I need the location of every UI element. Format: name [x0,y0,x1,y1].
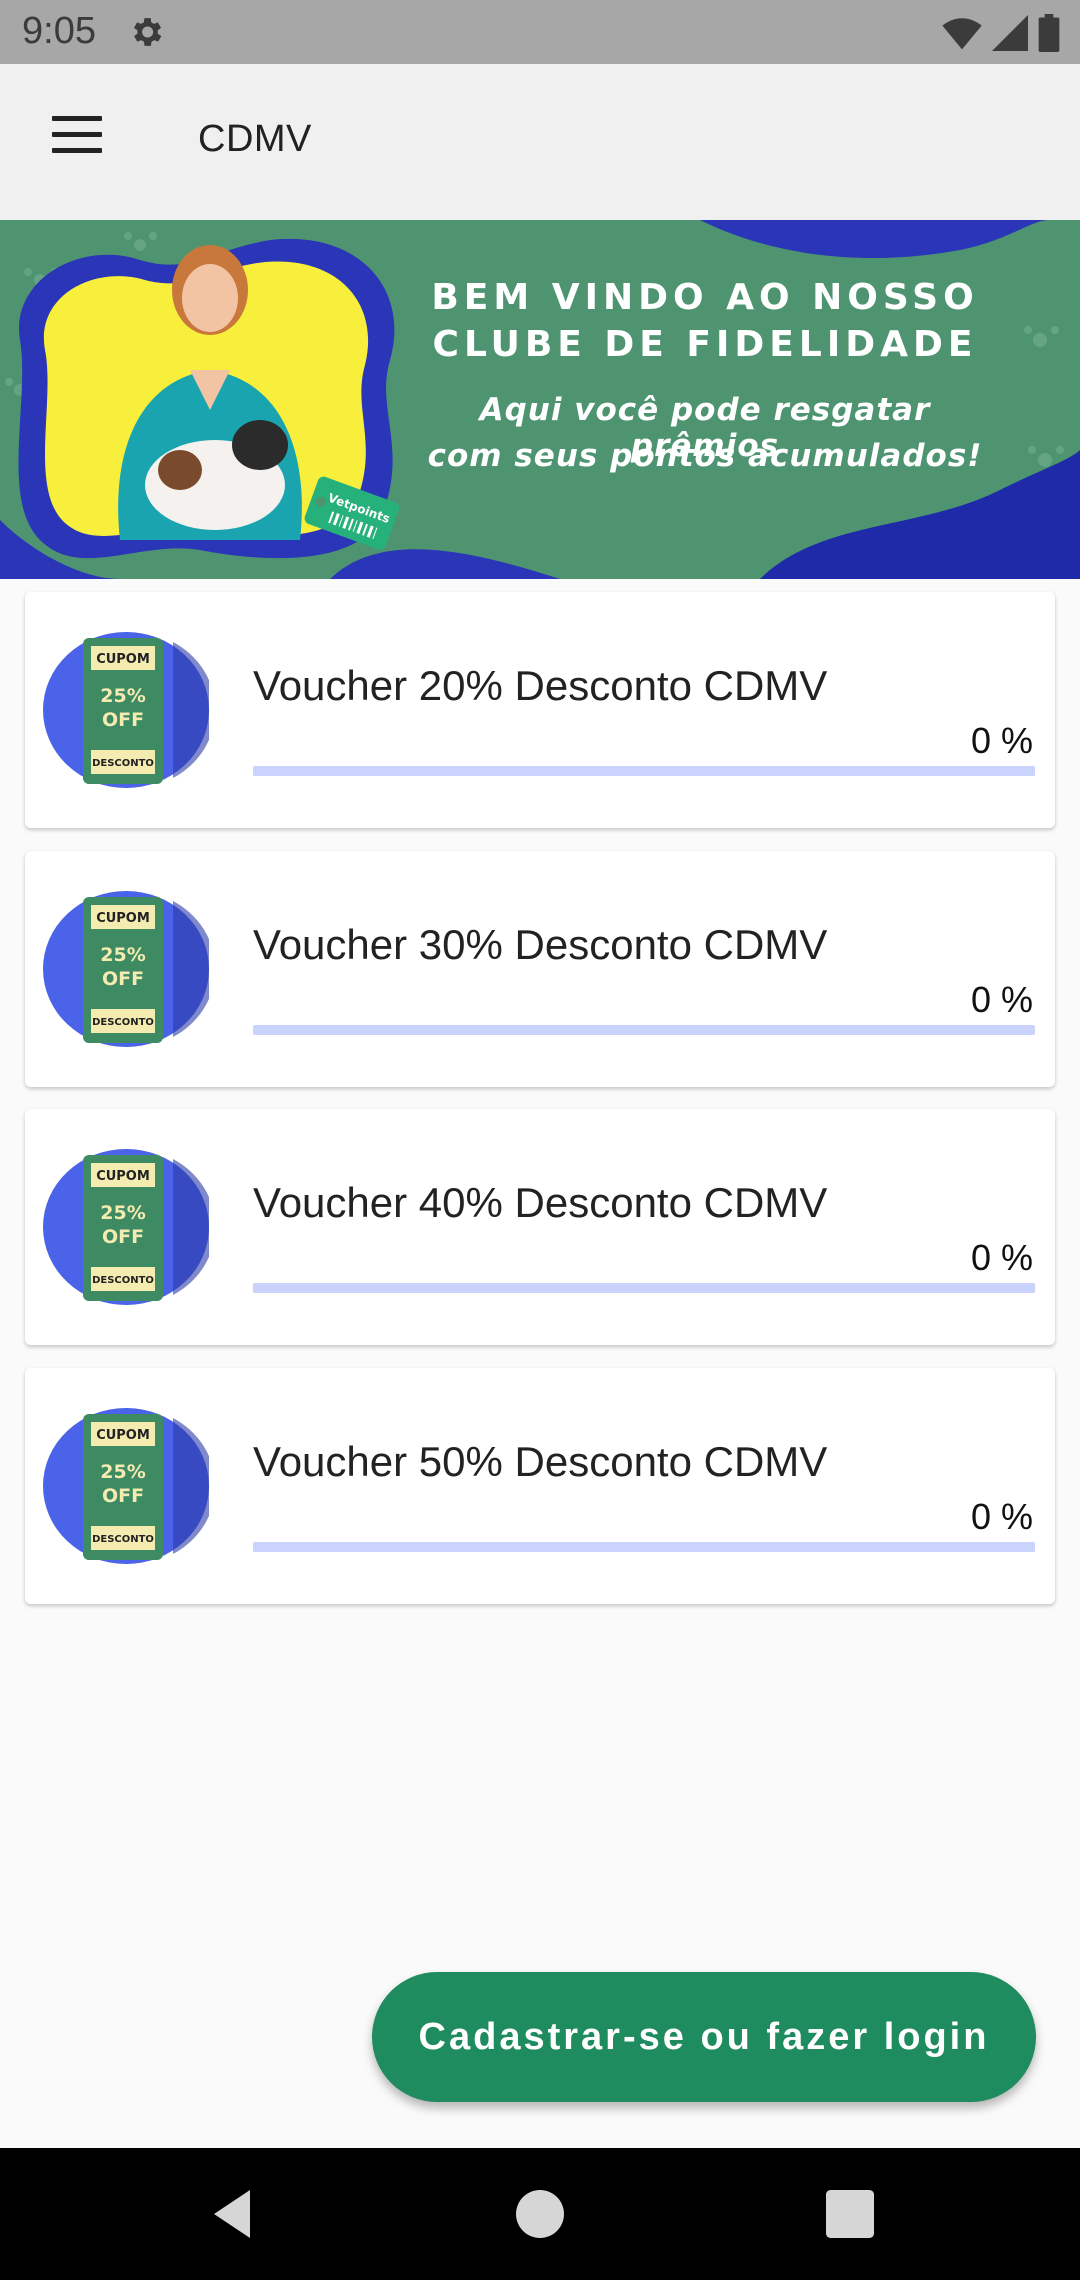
battery-icon [1038,14,1060,52]
back-icon[interactable] [196,2178,268,2250]
voucher-progress-bar [253,766,1035,776]
voucher-progress-label: 0 % [970,720,1033,761]
coupon-percent-text: 25% [100,1461,145,1483]
status-time: 9:05 [22,10,96,52]
voucher-title: Voucher 20% Desconto CDMV [253,662,828,709]
navigation-bar [0,2148,1080,2280]
voucher-title: Voucher 40% Desconto CDMV [253,1179,828,1226]
app-bar: CDMV [0,64,1080,220]
status-bar: 9:05 [0,0,1080,64]
voucher-progress-label: 0 % [970,979,1033,1020]
coupon-off-text: OFF [102,1226,144,1248]
welcome-banner: Vetpoints BEM VINDO AO NOSSO CLUBE DE FI… [0,220,1080,579]
signal-icon [992,15,1028,51]
recents-icon[interactable] [814,2178,886,2250]
coupon-top-text: CUPOM [96,911,150,926]
coupon-thumbnail: CUPOM 25%OFF DESCONTO [43,891,209,1047]
coupon-bottom-text: DESCONTO [92,1275,154,1286]
coupon-top-text: CUPOM [96,1428,150,1443]
app-title: CDMV [198,118,312,160]
voucher-progress-bar [253,1283,1035,1293]
settings-icon [133,18,162,46]
banner-heading-line1: BEM VINDO AO NOSSO [431,277,979,318]
voucher-progress-label: 0 % [970,1496,1033,1537]
voucher-progress-label: 0 % [970,1237,1033,1278]
voucher-progress-bar [253,1542,1035,1552]
status-icons [942,14,1060,52]
voucher-card[interactable]: CUPOM 25% OFF DESCONTO Voucher 40% Desconto … [25,1109,1055,1345]
coupon-bottom-text: DESCONTO [92,1017,154,1028]
coupon-off-text: OFF [102,1485,144,1507]
wifi-icon [942,18,982,50]
coupon-off-text: OFF [102,709,144,731]
banner-heading-line2: CLUBE DE FIDELIDADE [432,324,978,365]
home-icon[interactable] [504,2178,576,2250]
hamburger-menu-icon[interactable] [40,116,112,168]
coupon-percent-text: 25% [100,1202,145,1224]
voucher-title: Voucher 30% Desconto CDMV [253,921,828,968]
voucher-card[interactable]: CUPOM 25% OFF DESCONTO Voucher 30% Desconto … [25,851,1055,1087]
signup-login-button[interactable]: Cadastrar-se ou fazer login [372,1972,1036,2102]
coupon-thumbnail: CUPOM 25%OFF DESCONTO [43,1408,209,1564]
coupon-bottom-text: DESCONTO [92,758,154,769]
coupon-thumbnail: CUPOM 25%OFF DESCONTO [43,1149,209,1305]
voucher-card[interactable]: CUPOM 25% OFF DESCONTO Voucher 20% Desconto … [25,592,1055,828]
voucher-progress-bar [253,1025,1035,1035]
banner-subtitle-line2: com seus pontos acumulados! [427,438,983,474]
coupon-top-text: CUPOM [96,1169,150,1184]
voucher-title: Voucher 50% Desconto CDMV [253,1438,828,1485]
screen: 9:05 CDMV Vetpoints BEM VINDO AO NOSSO C… [0,0,1080,2280]
voucher-card[interactable]: CUPOM 25% OFF DESCONTO Voucher 50% Desconto … [25,1368,1055,1604]
coupon-bottom-text: DESCONTO [92,1534,154,1545]
coupon-percent-text: 25% [100,944,145,966]
coupon-off-text: OFF [102,968,144,990]
coupon-top-text: CUPOM [96,652,150,667]
coupon-percent-text: 25% [100,685,145,707]
coupon-thumbnail: CUPOM 25%OFF DESCONTO [43,632,209,788]
